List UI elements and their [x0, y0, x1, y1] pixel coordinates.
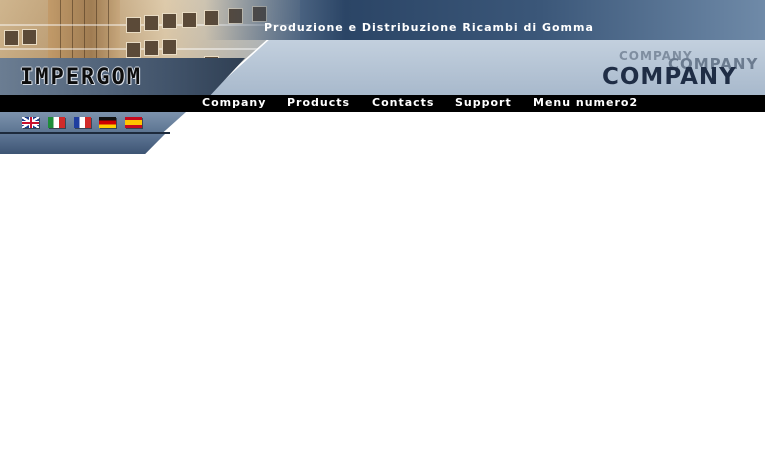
header-banner: Produzione e Distribuzione Ricambi di Go…: [0, 0, 765, 95]
nav-company[interactable]: Company: [202, 96, 266, 109]
italy-flag-icon[interactable]: [48, 117, 65, 128]
main-nav: Company Products Contacts Support Menu n…: [0, 95, 765, 112]
nav-contacts[interactable]: Contacts: [372, 96, 434, 109]
uk-flag-icon[interactable]: [22, 117, 39, 128]
france-flag-icon[interactable]: [74, 117, 91, 128]
tagline-band: [205, 0, 765, 40]
nav-menu-numero2[interactable]: Menu numero2: [533, 96, 638, 109]
germany-flag-icon[interactable]: [99, 117, 116, 128]
nav-products[interactable]: Products: [287, 96, 350, 109]
submenu-divider: [0, 132, 170, 134]
impergom-logo[interactable]: IMPERGOM: [20, 65, 142, 90]
site-tagline: Produzione e Distribuzione Ricambi di Go…: [264, 21, 594, 34]
submenu-tab: [0, 134, 165, 154]
nav-support[interactable]: Support: [455, 96, 512, 109]
section-title: COMPANY: [602, 64, 737, 90]
spain-flag-icon[interactable]: [125, 117, 142, 128]
page: Produzione e Distribuzione Ricambi di Go…: [0, 0, 765, 450]
